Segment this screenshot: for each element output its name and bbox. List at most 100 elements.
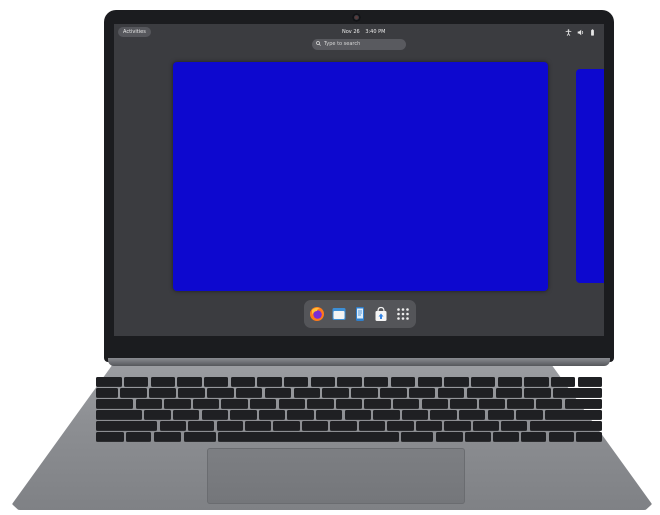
keyboard-key[interactable] [544,410,602,419]
keyboard-key[interactable] [459,410,486,419]
keyboard-key[interactable] [164,399,191,408]
keyboard-key[interactable] [310,377,336,386]
workspace-thumbnail[interactable] [576,69,604,283]
keyboard-key[interactable] [401,410,429,419]
keyboard-key[interactable] [159,421,186,430]
keyboard-key[interactable] [183,432,216,441]
keyboard-key[interactable] [217,432,400,441]
keyboard-key[interactable] [201,410,228,419]
keyboard-key[interactable] [230,410,257,419]
keyboard-key[interactable] [390,377,416,386]
keyboard-key[interactable] [230,377,255,386]
keyboard-key[interactable] [520,432,547,441]
keyboard-key[interactable] [548,432,575,441]
keyboard-key[interactable] [120,388,147,397]
keyboard-key[interactable] [536,399,563,408]
keyboard-key[interactable] [435,432,464,441]
keyboard-key[interactable] [125,432,152,441]
keyboard-key[interactable] [364,377,389,386]
keyboard-key[interactable] [417,377,442,386]
keyboard-key[interactable] [516,410,543,419]
keyboard-key[interactable] [96,399,134,408]
keyboard-key[interactable] [466,388,494,397]
keyboard-key[interactable] [153,432,182,441]
keyboard-key[interactable] [322,388,349,397]
accessibility-icon[interactable] [565,28,572,36]
keyboard-key[interactable] [437,388,465,397]
keyboard-key[interactable] [149,388,176,397]
firefox-icon[interactable] [309,306,325,322]
keyboard-key[interactable] [524,377,549,386]
keyboard-key[interactable] [173,410,200,419]
keyboard-key[interactable] [257,377,282,386]
keyboard-key[interactable] [553,388,602,397]
files-icon[interactable] [331,306,347,322]
keyboard-key[interactable] [96,421,158,430]
activities-button[interactable]: Activities [118,27,151,37]
keyboard-key[interactable] [444,421,471,430]
app-grid-icon[interactable] [395,306,411,322]
clock[interactable]: Nov 26 3:40 PM [342,27,385,37]
keyboard-key[interactable] [550,377,576,386]
keyboard-key[interactable] [144,410,171,419]
keyboard-key[interactable] [96,388,119,397]
keyboard-key[interactable] [123,377,149,386]
keyboard-key[interactable] [192,399,220,408]
keyboard-key[interactable] [250,399,277,408]
keyboard-key[interactable] [135,399,162,408]
keyboard-key[interactable] [221,399,248,408]
software-store-icon[interactable] [373,306,389,322]
keyboard-key[interactable] [188,421,215,430]
keyboard-key[interactable] [564,399,602,408]
keyboard-key[interactable] [507,399,534,408]
keyboard-key[interactable] [358,421,386,430]
keyboard-key[interactable] [421,399,448,408]
keyboard-key[interactable] [478,399,506,408]
keyboard-key[interactable] [96,410,143,419]
keyboard-key[interactable] [178,388,205,397]
keyboard-key[interactable] [96,432,124,441]
keyboard-key[interactable] [335,399,363,408]
keyboard-key[interactable] [307,399,334,408]
keyboard-key[interactable] [337,377,362,386]
keyboard-key[interactable] [287,410,314,419]
keyboard-key[interactable] [344,410,371,419]
search-input[interactable]: Type to search [324,39,360,50]
keyboard-key[interactable] [415,421,443,430]
keyboard-key[interactable] [207,388,234,397]
search-bar[interactable]: Type to search [312,39,406,50]
keyboard-key[interactable] [330,421,357,430]
keyboard-key[interactable] [387,421,414,430]
keyboard-key[interactable] [470,377,496,386]
trackpad[interactable] [207,448,465,504]
keyboard-key[interactable] [408,388,436,397]
window-thumbnail[interactable] [173,62,548,291]
keyboard-key[interactable] [301,421,329,430]
volume-icon[interactable] [577,29,584,36]
keyboard-key[interactable] [487,410,514,419]
keyboard-key[interactable] [293,388,321,397]
keyboard-key[interactable] [393,399,420,408]
keyboard-key[interactable] [472,421,500,430]
keyboard-key[interactable] [495,388,523,397]
keyboard-key[interactable] [577,377,602,386]
keyboard-key[interactable] [203,377,229,386]
text-editor-icon[interactable] [352,306,368,322]
keyboard-key[interactable] [235,388,263,397]
keyboard-key[interactable] [380,388,407,397]
battery-icon[interactable] [589,28,596,36]
keyboard-key[interactable] [501,421,528,430]
keyboard-key[interactable] [373,410,400,419]
keyboard-key[interactable] [576,432,602,441]
keyboard-key[interactable] [96,377,122,386]
keyboard-key[interactable] [401,432,434,441]
keyboard-key[interactable] [497,377,522,386]
keyboard-key[interactable] [524,388,551,397]
keyboard-key[interactable] [264,388,292,397]
system-tray[interactable] [565,27,596,37]
keyboard-key[interactable] [216,421,243,430]
keyboard-key[interactable] [284,377,309,386]
keyboard-key[interactable] [430,410,457,419]
keyboard-key[interactable] [273,421,300,430]
keyboard-key[interactable] [351,388,378,397]
